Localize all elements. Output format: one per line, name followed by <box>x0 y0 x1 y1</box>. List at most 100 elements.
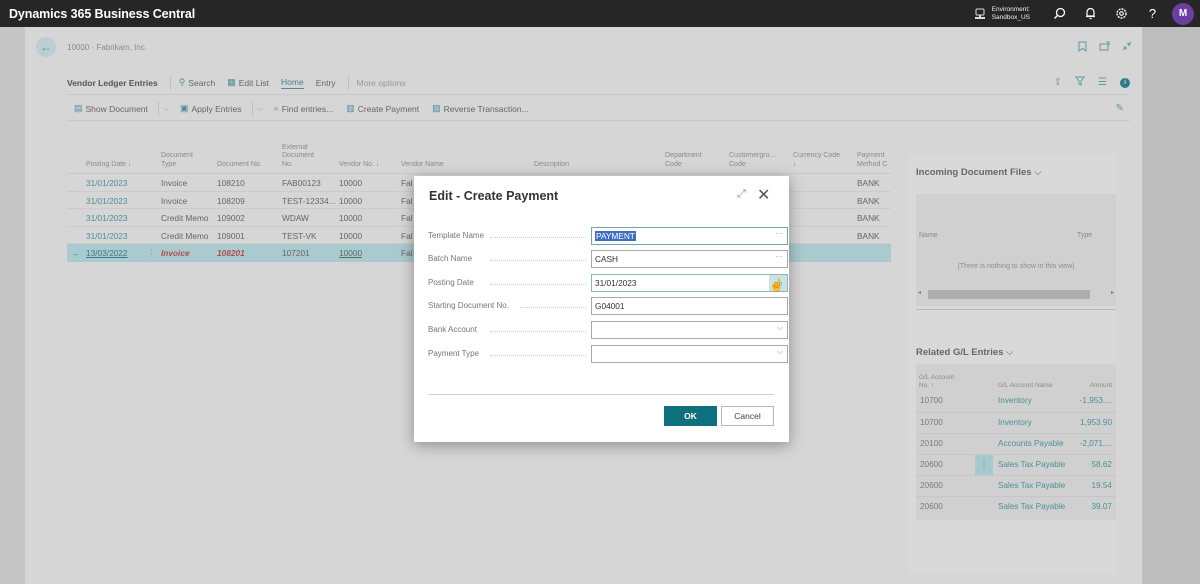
create-payment-button[interactable]: ▥ Create Payment <box>339 103 419 114</box>
column-header-gl-account-name[interactable]: G/L Account Name <box>998 382 1052 390</box>
scroll-right-icon[interactable]: ▸ <box>1111 289 1114 296</box>
search-icon[interactable] <box>1044 0 1075 27</box>
template-name-field: Template Name PAYMENT ··· <box>428 227 788 245</box>
starting-document-no-input[interactable]: G04001 <box>591 297 788 315</box>
gl-amount[interactable]: -2,071.... <box>1080 439 1112 448</box>
related-gl-entries-header[interactable]: Related G/L Entries ⌵ <box>916 347 1013 358</box>
more-options[interactable]: More options <box>357 78 406 88</box>
gl-account-name[interactable]: Inventory <box>998 418 1032 427</box>
gl-entry-row[interactable]: 10700 Inventory 1,953.90 <box>916 412 1116 433</box>
collapse-icon[interactable] <box>1122 41 1132 55</box>
incoming-document-files-header[interactable]: Incoming Document Files ⌵ <box>916 167 1041 178</box>
help-icon[interactable]: ? <box>1137 0 1168 27</box>
bank-account-select[interactable]: ⌵ <box>591 321 788 339</box>
cell-external-document-no: TEST-12334... <box>282 195 336 206</box>
lookup-icon[interactable]: ··· <box>775 252 783 261</box>
show-document-button[interactable]: ▤ Show Document <box>67 103 148 114</box>
cell-posting-date[interactable]: 13/03/2022 <box>86 248 128 258</box>
environment-indicator[interactable]: Environment: Sandbox_US <box>974 6 1030 22</box>
template-name-input[interactable]: PAYMENT ··· <box>591 227 788 245</box>
gl-account-name[interactable]: Sales Tax Payable <box>998 460 1065 469</box>
empty-state-text: (There is nothing to show in this view) <box>957 263 1075 270</box>
chevron-down-icon[interactable]: ⌵ <box>777 347 783 357</box>
column-header-currency-code[interactable]: Currency Code ↓ <box>793 152 845 169</box>
column-header-vendor-name[interactable]: Vendor Name <box>401 161 444 170</box>
column-header-document-type[interactable]: Document Type <box>161 152 203 169</box>
starting-document-no-label: Starting Document No. <box>428 301 509 310</box>
cancel-button[interactable]: Cancel <box>721 406 774 426</box>
gl-amount[interactable]: -1,953.... <box>1080 396 1112 405</box>
gl-amount[interactable]: 58.62 <box>1092 460 1113 469</box>
cell-posting-date[interactable]: 31/01/2023 <box>86 231 128 241</box>
starting-document-no-value: G04001 <box>595 301 625 311</box>
gl-account-name[interactable]: Sales Tax Payable <box>998 481 1065 490</box>
info-icon[interactable]: i <box>1120 77 1130 88</box>
lookup-icon[interactable]: ··· <box>775 229 783 238</box>
cell-vendor-name: Fal <box>401 178 413 188</box>
chevron-down-icon[interactable]: ⌵ <box>777 323 783 333</box>
app-title[interactable]: Dynamics 365 Business Central <box>0 7 195 21</box>
gl-amount[interactable]: 39.07 <box>1092 502 1113 511</box>
edit-list-action[interactable]: ▦ Edit List <box>227 77 269 88</box>
cell-posting-date[interactable]: 31/01/2023 <box>86 178 128 188</box>
horizontal-scrollbar[interactable]: ◂ ▸ <box>918 289 1114 300</box>
gl-account-name[interactable]: Accounts Payable <box>998 439 1064 448</box>
gl-account-name[interactable]: Inventory <box>998 396 1032 405</box>
bookmark-icon[interactable] <box>1078 41 1087 55</box>
gl-entry-row[interactable]: 20100 Accounts Payable -2,071.... <box>916 433 1116 454</box>
find-entries-button[interactable]: ⌕ Find entries... <box>267 103 334 114</box>
gear-icon[interactable] <box>1106 0 1137 27</box>
cell-payment-method: BANK <box>857 230 880 241</box>
gl-account-no: 20600 <box>920 502 943 511</box>
close-icon[interactable]: ✕ <box>757 185 770 205</box>
column-header-payment-method[interactable]: Payment Method C <box>857 152 893 169</box>
bell-icon[interactable] <box>1075 0 1106 27</box>
column-header-gl-account-no[interactable]: G/L Account No. ↑ <box>919 374 963 390</box>
expand-icon[interactable]: ⤢ <box>737 188 746 201</box>
batch-name-value: CASH <box>595 254 619 264</box>
apply-entries-button[interactable]: ▣ Apply Entries <box>173 103 242 114</box>
chevron-down-icon[interactable]: ⌵ <box>163 104 169 114</box>
reverse-transaction-button[interactable]: ▧ Reverse Transaction... <box>425 103 529 114</box>
user-avatar[interactable]: M <box>1172 2 1194 25</box>
search-action[interactable]: ⚲ Search <box>179 77 216 88</box>
share-icon[interactable]: ⇪ <box>1054 77 1062 88</box>
open-new-window-icon[interactable] <box>1099 41 1110 55</box>
column-header-document-no[interactable]: Document No. <box>217 161 262 170</box>
gl-entry-row[interactable]: 20600 Sales Tax Payable 39.07 <box>916 496 1116 517</box>
column-header-department-code[interactable]: Department Code <box>665 152 713 169</box>
gl-entry-row[interactable]: 10700 Inventory -1,953.... <box>916 391 1116 412</box>
tab-entry[interactable]: Entry <box>316 78 336 88</box>
right-gutter <box>1142 27 1200 584</box>
list-view-icon[interactable]: ☰ <box>1098 77 1107 88</box>
chevron-down-icon[interactable]: ⌵ <box>257 104 263 114</box>
cell-vendor-name: Fal <box>401 248 413 258</box>
posting-date-field: Posting Date 31/01/2023 ▭ <box>428 274 788 292</box>
filter-icon[interactable] <box>1075 76 1086 89</box>
cell-vendor-no: 10000 <box>339 178 363 188</box>
ok-button[interactable]: OK <box>664 406 717 426</box>
scroll-left-icon[interactable]: ◂ <box>918 289 921 296</box>
personalize-icon[interactable]: ✎ <box>1116 103 1124 114</box>
column-header-external-document-no[interactable]: External Document No. <box>282 144 324 170</box>
cell-posting-date[interactable]: 31/01/2023 <box>86 213 128 223</box>
gl-entry-row[interactable]: 20600 Sales Tax Payable 58.62 ⋮ <box>916 454 1116 475</box>
column-header-description[interactable]: Description <box>534 161 569 170</box>
column-header-posting-date[interactable]: Posting Date ↓ <box>86 161 146 170</box>
payment-type-select[interactable]: ⌵ <box>591 345 788 363</box>
back-button[interactable]: ← <box>36 37 56 57</box>
posting-date-input[interactable]: 31/01/2023 ▭ <box>591 274 788 292</box>
gl-account-name[interactable]: Sales Tax Payable <box>998 502 1065 511</box>
column-header-customergroup-code[interactable]: Customergro... Code <box>729 152 779 169</box>
cell-posting-date[interactable]: 31/01/2023 <box>86 196 128 206</box>
column-header-amount[interactable]: Amount <box>1090 382 1112 390</box>
gl-amount[interactable]: 19.54 <box>1092 481 1113 490</box>
gl-amount[interactable]: 1,953.90 <box>1080 418 1112 427</box>
row-actions-icon[interactable]: ⋮ <box>147 248 155 258</box>
row-actions-icon[interactable]: ⋮ <box>975 455 993 475</box>
column-header-vendor-no[interactable]: Vendor No. ↓ <box>339 161 387 170</box>
gl-entry-row[interactable]: 20600 Sales Tax Payable 19.54 <box>916 475 1116 496</box>
scrollbar-thumb[interactable] <box>928 290 1090 299</box>
tab-home[interactable]: Home <box>281 77 304 89</box>
batch-name-input[interactable]: CASH ··· <box>591 250 788 268</box>
